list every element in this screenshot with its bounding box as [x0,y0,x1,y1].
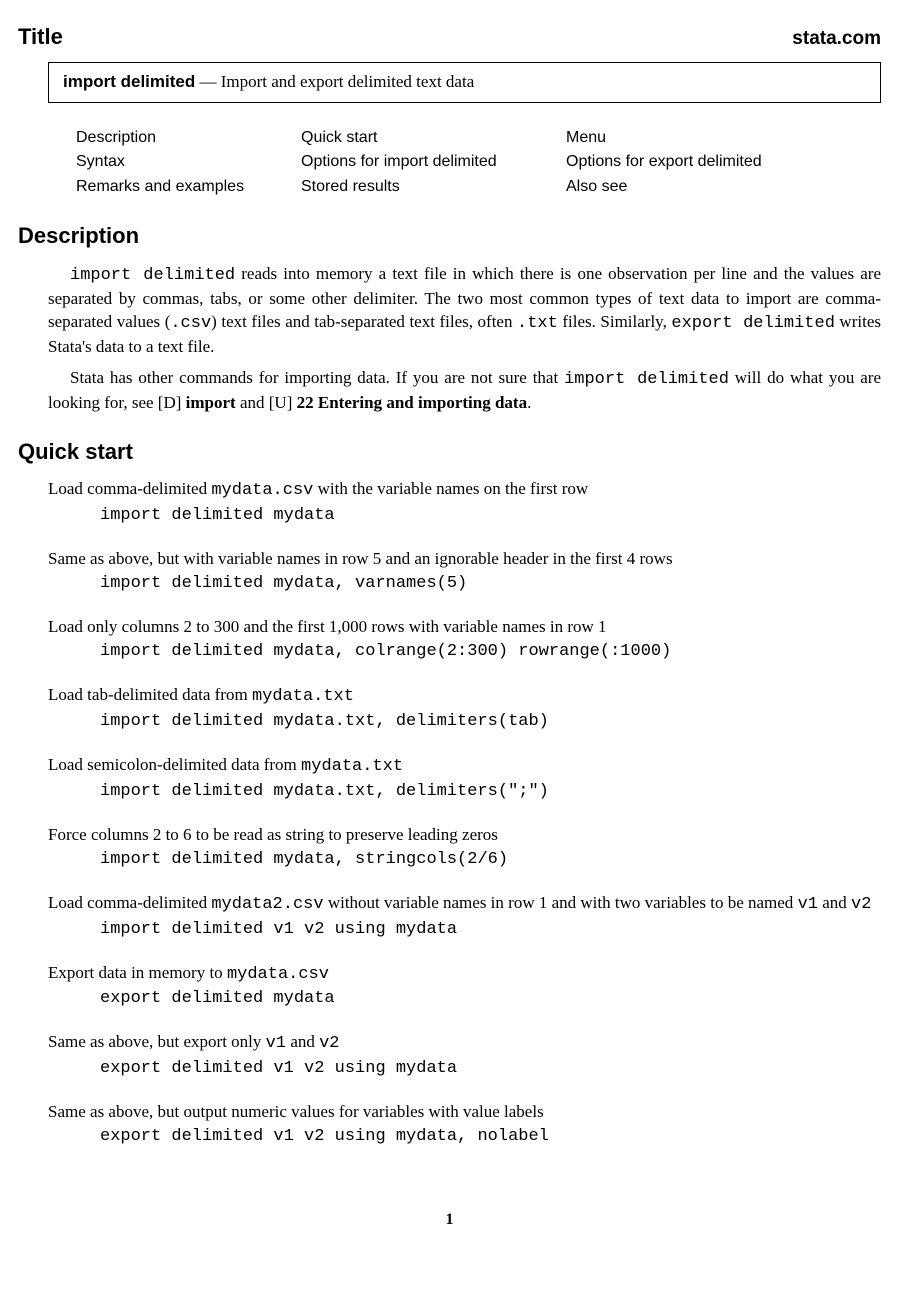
quickstart-code: export delimited v1 v2 using mydata, nol… [100,1126,881,1149]
quickstart-item: Load comma-delimited mydata2.csv without… [48,892,881,942]
quickstart-list: Load comma-delimited mydata.csv with the… [18,478,881,1149]
toc-options-export[interactable]: Options for export delimited [566,151,881,173]
quickstart-desc: Export data in memory to mydata.csv [48,962,881,987]
page-title: Title [18,22,63,52]
quickstart-code: export delimited mydata [100,988,881,1011]
quickstart-code: import delimited mydata, stringcols(2/6) [100,849,881,872]
section-quickstart-heading: Quick start [18,437,881,467]
header-row: Title stata.com [18,22,881,52]
quickstart-code: import delimited mydata [100,505,881,528]
quickstart-code: export delimited v1 v2 using mydata [100,1058,881,1081]
command-sep: — [195,72,221,91]
quickstart-item: Force columns 2 to 6 to be read as strin… [48,824,881,872]
toc-syntax[interactable]: Syntax [76,151,301,173]
quickstart-item: Load tab-delimited data from mydata.txti… [48,684,881,734]
toc-remarks[interactable]: Remarks and examples [76,176,301,198]
quickstart-item: Load comma-delimited mydata.csv with the… [48,478,881,528]
page-number: 1 [18,1209,881,1231]
quickstart-desc: Same as above, but with variable names i… [48,548,881,571]
quickstart-item: Same as above, but with variable names i… [48,548,881,596]
quickstart-item: Load semicolon-delimited data from mydat… [48,754,881,804]
quickstart-desc: Same as above, but output numeric values… [48,1101,881,1124]
toc-menu[interactable]: Menu [566,127,881,149]
description-para-2: Stata has other commands for importing d… [48,367,881,415]
command-box: import delimited — Import and export del… [48,62,881,103]
site-link[interactable]: stata.com [792,26,881,52]
quickstart-desc: Load only columns 2 to 300 and the first… [48,616,881,639]
quickstart-desc: Load comma-delimited mydata.csv with the… [48,478,881,503]
quickstart-item: Export data in memory to mydata.csvexpor… [48,962,881,1012]
section-description-heading: Description [18,221,881,251]
quickstart-item: Same as above, but export only v1 and v2… [48,1031,881,1081]
quickstart-code: import delimited mydata.txt, delimiters(… [100,781,881,804]
command-name: import delimited [63,72,195,91]
command-desc: Import and export delimited text data [221,72,475,91]
quickstart-desc: Force columns 2 to 6 to be read as strin… [48,824,881,847]
quickstart-desc: Load comma-delimited mydata2.csv without… [48,892,881,917]
toc-quick-start[interactable]: Quick start [301,127,566,149]
quickstart-code: import delimited v1 v2 using mydata [100,919,881,942]
toc-options-import[interactable]: Options for import delimited [301,151,566,173]
toc-grid: Description Quick start Menu Syntax Opti… [76,127,881,198]
quickstart-item: Load only columns 2 to 300 and the first… [48,616,881,664]
quickstart-code: import delimited mydata, varnames(5) [100,573,881,596]
quickstart-code: import delimited mydata, colrange(2:300)… [100,641,881,664]
quickstart-desc: Load tab-delimited data from mydata.txt [48,684,881,709]
quickstart-desc: Load semicolon-delimited data from mydat… [48,754,881,779]
description-para-1: import delimited reads into memory a tex… [48,263,881,359]
quickstart-desc: Same as above, but export only v1 and v2 [48,1031,881,1056]
quickstart-code: import delimited mydata.txt, delimiters(… [100,711,881,734]
quickstart-item: Same as above, but output numeric values… [48,1101,881,1149]
toc-description[interactable]: Description [76,127,301,149]
cmd-import-delimited: import delimited [70,266,235,285]
toc-also-see[interactable]: Also see [566,176,881,198]
toc-stored-results[interactable]: Stored results [301,176,566,198]
